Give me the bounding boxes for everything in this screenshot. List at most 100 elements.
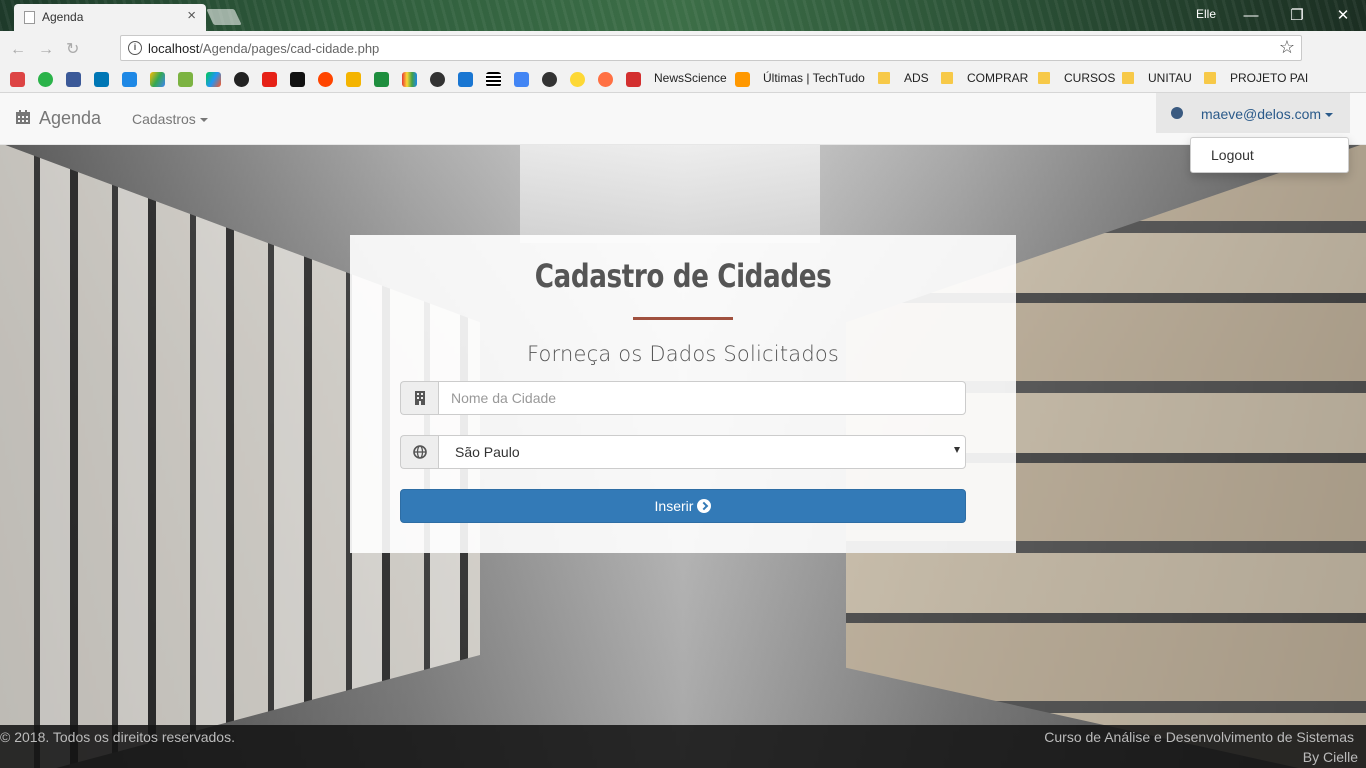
caret-down-icon xyxy=(1325,113,1334,117)
form-subtitle: Forneça os Dados Solicitados xyxy=(526,342,840,366)
city-name-input[interactable] xyxy=(438,381,966,415)
evernote-icon[interactable] xyxy=(374,72,389,87)
folder-label: UNITAU xyxy=(1148,71,1192,85)
url-text[interactable]: localhost/Agenda/pages/cad-cidade.php xyxy=(148,41,379,56)
navigation-buttons[interactable]: ←→↻ xyxy=(10,39,91,59)
city-input-group xyxy=(400,381,966,415)
bookmark-folder-unitau[interactable]: UNITAU xyxy=(1122,71,1192,85)
user-email: maeve@delos.com xyxy=(1201,106,1334,122)
whatsapp-icon[interactable] xyxy=(38,72,53,87)
maximize-window-button[interactable]: ❐ xyxy=(1274,0,1320,30)
bookmark-folder-projeto-pai[interactable]: PROJETO PAI xyxy=(1204,71,1308,85)
facebook-icon[interactable] xyxy=(66,72,81,87)
steam-icon[interactable] xyxy=(234,72,249,87)
address-bar[interactable]: i localhost/Agenda/pages/cad-cidade.php … xyxy=(120,35,1302,61)
bookmark-techtudo[interactable]: Últimas | TechTudo xyxy=(763,71,865,85)
copyright-text: © 2018. Todos os direitos reservados. xyxy=(0,729,235,745)
state-input-group: São Paulo xyxy=(400,435,966,469)
author-text: By Cielle xyxy=(1302,749,1358,765)
calendar-icon xyxy=(16,110,30,124)
s-logo-icon[interactable] xyxy=(626,72,641,87)
profile-name[interactable]: Elle xyxy=(1196,7,1216,21)
globe-icon xyxy=(400,435,438,469)
dropbox-icon[interactable] xyxy=(122,72,137,87)
url-host: localhost xyxy=(148,41,200,56)
bookmark-folder-cursos[interactable]: CURSOS xyxy=(1038,71,1115,85)
folder-icon xyxy=(1122,72,1134,84)
new-tab-button[interactable] xyxy=(206,9,242,25)
close-window-button[interactable]: ✕ xyxy=(1320,0,1366,30)
course-text: Curso de Análise e Desenvolvimento de Si… xyxy=(1044,729,1354,745)
browser-tab[interactable]: Agenda × xyxy=(14,4,206,31)
gmail-icon[interactable] xyxy=(10,72,25,87)
select-arrow-icon xyxy=(954,447,960,453)
smiley-icon[interactable] xyxy=(570,72,585,87)
user-email-label: maeve@delos.com xyxy=(1201,106,1322,122)
android-icon[interactable] xyxy=(178,72,193,87)
gear-icon[interactable] xyxy=(598,72,613,87)
user-icon xyxy=(1171,107,1183,119)
folder-icon xyxy=(941,72,953,84)
play-store-icon[interactable] xyxy=(206,72,221,87)
page-favicon-icon xyxy=(24,11,35,24)
bookmark-folder-comprar[interactable]: COMPRAR xyxy=(941,71,1028,85)
tab-title: Agenda xyxy=(42,10,84,24)
minimize-window-button[interactable]: — xyxy=(1228,0,1274,30)
google-drive-icon[interactable] xyxy=(150,72,165,87)
top-navbar: Agenda Cadastros maeve@delos.com xyxy=(0,93,1366,145)
forward-icon[interactable]: → xyxy=(38,41,66,58)
state-selected-value: São Paulo xyxy=(438,435,966,469)
folder-icon xyxy=(1038,72,1050,84)
tiles-icon[interactable] xyxy=(402,72,417,87)
bookmarks-bar: NewsScience Últimas | TechTudo ADS COMPR… xyxy=(0,65,1366,93)
translate-icon[interactable] xyxy=(514,72,529,87)
disc-icon[interactable] xyxy=(430,72,445,87)
back-icon[interactable]: ← xyxy=(10,41,38,58)
tab-close-icon[interactable]: × xyxy=(187,7,196,24)
folder-label: PROJETO PAI xyxy=(1230,71,1309,85)
linkedin-icon[interactable] xyxy=(94,72,109,87)
user-menu-toggle[interactable]: maeve@delos.com xyxy=(1156,93,1350,133)
browser-toolbar: ←→↻ i localhost/Agenda/pages/cad-cidade.… xyxy=(0,31,1366,86)
url-path: /Agenda/pages/cad-cidade.php xyxy=(199,41,380,56)
user-dropdown-menu: Logout xyxy=(1190,137,1349,173)
bookmark-folder-ads[interactable]: ADS xyxy=(878,71,929,85)
reddit-icon[interactable] xyxy=(318,72,333,87)
building-icon xyxy=(400,381,438,415)
reload-icon[interactable]: ↻ xyxy=(66,41,91,58)
folder-label: CURSOS xyxy=(1064,71,1116,85)
calendar-24-icon[interactable] xyxy=(458,72,473,87)
brand[interactable]: Agenda xyxy=(15,108,101,129)
folder-icon xyxy=(878,72,890,84)
state-select[interactable]: São Paulo xyxy=(438,435,966,469)
nav-cadastros-dropdown[interactable]: Cadastros xyxy=(132,111,208,127)
chevron-circle-right-icon xyxy=(697,499,712,513)
building-icon-svg xyxy=(414,391,425,405)
netflix-icon[interactable] xyxy=(290,72,305,87)
browser-titlebar: Agenda × Elle — ❐ ✕ xyxy=(0,0,1366,31)
youtube-icon[interactable] xyxy=(262,72,277,87)
brand-label: Agenda xyxy=(39,108,102,128)
folder-label: ADS xyxy=(904,71,929,85)
bookmark-newsscience[interactable]: NewsScience xyxy=(654,71,727,85)
keep-icon[interactable] xyxy=(346,72,361,87)
folder-label: COMPRAR xyxy=(967,71,1029,85)
globe-icon-svg xyxy=(412,445,427,459)
bookmark-star-icon[interactable]: ☆ xyxy=(1279,37,1295,58)
insert-button[interactable]: Inserir xyxy=(400,489,966,523)
city-form-card: Cadastro de Cidades Forneça os Dados Sol… xyxy=(350,235,1016,553)
insert-button-label: Inserir xyxy=(654,498,694,514)
page-content: Agenda Cadastros maeve@delos.com Logout … xyxy=(0,93,1366,768)
nav-cadastros-label: Cadastros xyxy=(132,111,196,127)
techtudo-icon[interactable] xyxy=(735,72,750,87)
flag-icon[interactable] xyxy=(486,72,501,87)
background-image xyxy=(520,143,820,243)
caret-down-icon xyxy=(199,118,208,122)
form-title: Cadastro de Cidades xyxy=(534,257,832,295)
folder-icon xyxy=(1204,72,1216,84)
page-footer: © 2018. Todos os direitos reservados. Cu… xyxy=(0,725,1366,768)
title-divider xyxy=(633,317,733,320)
github-icon[interactable] xyxy=(542,72,557,87)
site-info-icon[interactable]: i xyxy=(128,41,142,55)
logout-link[interactable]: Logout xyxy=(1211,147,1254,163)
